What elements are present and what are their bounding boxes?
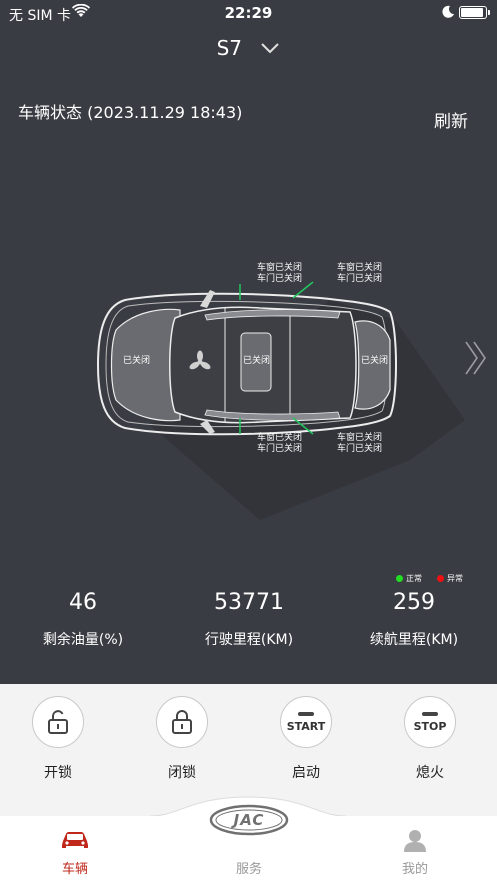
unlock-label: 开锁 <box>44 765 72 781</box>
refresh-button[interactable]: 刷新 <box>434 107 468 132</box>
start-circle[interactable]: START <box>280 696 332 748</box>
user-icon <box>404 830 426 852</box>
legend-normal: 正常 <box>396 573 422 584</box>
battery-icon <box>459 6 490 19</box>
moon-icon <box>442 5 454 18</box>
stat-mileage: 53771 行驶里程(KM) <box>176 590 322 649</box>
tab-service-label: 服务 <box>235 862 262 877</box>
legend-normal-dot <box>396 575 403 582</box>
right-mirror <box>200 420 215 434</box>
stat-range-label: 续航里程(KM) <box>369 632 459 648</box>
indicator-rear-right <box>292 417 314 435</box>
car-shadow <box>150 300 465 520</box>
lock-label: 闭锁 <box>168 765 196 781</box>
lock-button[interactable]: 闭锁 <box>152 696 212 782</box>
stat-fuel: 46 剩余油量(%) <box>10 590 156 649</box>
battery-fill <box>461 8 483 17</box>
model-selector[interactable]: S7 <box>0 34 497 64</box>
stat-fuel-label: 剩余油量(%) <box>42 632 124 648</box>
stat-fuel-value: 46 <box>69 590 97 615</box>
stop-label: 熄火 <box>416 765 444 781</box>
tab-mine-label: 我的 <box>401 862 428 877</box>
tab-vehicle[interactable]: 车辆 <box>40 830 110 877</box>
lock-icon <box>172 710 192 734</box>
legend-abnormal: 异常 <box>437 573 463 584</box>
clock: 22:29 <box>224 4 273 22</box>
stat-range: 259 续航里程(KM) <box>341 590 487 649</box>
unlock-circle[interactable] <box>32 696 84 748</box>
unlock-icon <box>48 710 68 734</box>
lock-circle[interactable] <box>156 696 208 748</box>
stat-mileage-label: 行驶里程(KM) <box>204 632 294 648</box>
front-left-status: 车窗已关闭 车门已关闭 <box>257 263 303 284</box>
stat-range-value: 259 <box>393 590 435 615</box>
trunk-status: 已关闭 <box>361 356 389 366</box>
model-name: S7 <box>216 35 243 60</box>
jac-logo-text: JAC <box>233 811 265 829</box>
unlock-button[interactable]: 开锁 <box>28 696 88 782</box>
jac-logo[interactable]: JAC <box>209 803 289 837</box>
legend-abnormal-dot <box>437 575 444 582</box>
rear-left-status: 车窗已关闭 车门已关闭 <box>337 263 383 284</box>
left-mirror <box>200 290 215 308</box>
start-label: 启动 <box>292 765 320 781</box>
start-icon: START <box>287 711 325 733</box>
rear-right-status: 车窗已关闭 车门已关闭 <box>337 433 383 454</box>
car-icon <box>62 832 88 848</box>
stop-circle[interactable]: STOP <box>404 696 456 748</box>
stat-mileage-value: 53771 <box>214 590 284 615</box>
chevron-down-icon <box>261 42 280 53</box>
chevron-right-icon[interactable] <box>463 340 489 376</box>
tab-service[interactable]: 服务 <box>214 858 284 877</box>
start-button[interactable]: START 启动 <box>276 696 336 782</box>
hood-status: 已关闭 <box>123 356 151 366</box>
vehicle-status-label: 车辆状态 (2023.11.29 18:43) <box>18 103 243 122</box>
fan-icon <box>189 350 211 370</box>
tab-vehicle-label: 车辆 <box>61 862 88 877</box>
front-right-status: 车窗已关闭 车门已关闭 <box>257 433 303 454</box>
status-bar: 无 SIM 卡 22:29 <box>0 0 497 26</box>
stop-button[interactable]: STOP 熄火 <box>400 696 460 782</box>
tab-mine[interactable]: 我的 <box>380 828 450 877</box>
sunroof-status: 已关闭 <box>243 356 271 366</box>
stop-icon: STOP <box>414 711 446 733</box>
